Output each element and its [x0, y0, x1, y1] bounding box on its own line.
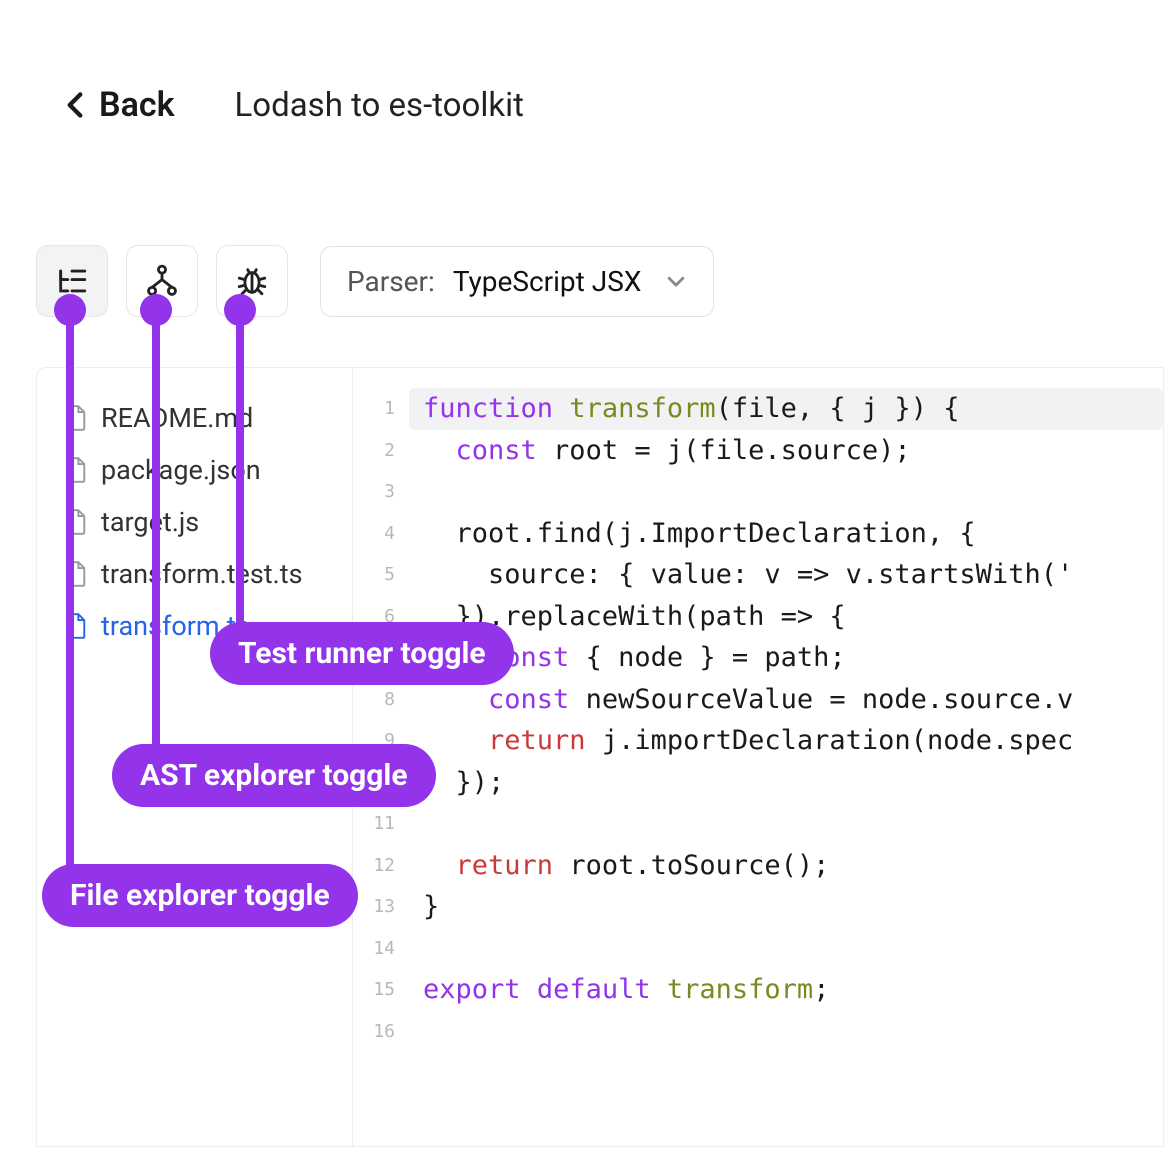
annotation-label-test-runner: Test runner toggle: [210, 622, 514, 685]
code-line[interactable]: [409, 1011, 1163, 1053]
parser-select[interactable]: Parser: TypeScript JSX: [320, 246, 714, 317]
file-item[interactable]: target.js: [37, 496, 352, 548]
code-line[interactable]: [409, 928, 1163, 970]
code-line[interactable]: const newSourceValue = node.source.v: [409, 679, 1163, 721]
code-content[interactable]: function transform(file, { j }) { const …: [409, 388, 1163, 1146]
annotation-label-ast-explorer: AST explorer toggle: [112, 744, 436, 807]
chevron-left-icon: [65, 91, 85, 119]
code-line[interactable]: return j.importDeclaration(node.spec: [409, 720, 1163, 762]
tree-list-icon: [55, 264, 89, 298]
code-line[interactable]: export default transform;: [409, 969, 1163, 1011]
code-line[interactable]: source: { value: v => v.startsWith(': [409, 554, 1163, 596]
chevron-down-icon: [665, 270, 687, 292]
file-name: README.md: [101, 402, 253, 434]
parser-value: TypeScript JSX: [453, 265, 642, 298]
code-line[interactable]: [409, 471, 1163, 513]
annotation-label-file-explorer: File explorer toggle: [42, 864, 358, 927]
code-line[interactable]: return root.toSource();: [409, 845, 1163, 887]
file-item[interactable]: transform.test.ts: [37, 548, 352, 600]
page-title: Lodash to es-toolkit: [235, 86, 524, 125]
code-editor[interactable]: 12345678910111213141516 function transfo…: [353, 368, 1163, 1146]
annotation-connector: [66, 308, 74, 893]
code-line[interactable]: function transform(file, { j }) {: [409, 388, 1163, 430]
tree-graph-icon: [145, 264, 179, 298]
file-name: target.js: [101, 506, 199, 538]
annotation-connector: [152, 308, 160, 773]
back-button[interactable]: Back: [65, 85, 175, 125]
code-line[interactable]: }: [409, 886, 1163, 928]
file-item[interactable]: README.md: [37, 392, 352, 444]
file-item[interactable]: package.json: [37, 444, 352, 496]
code-line[interactable]: root.find(j.ImportDeclaration, {: [409, 513, 1163, 555]
parser-label: Parser:: [347, 265, 435, 298]
code-line[interactable]: [409, 803, 1163, 845]
annotation-connector: [236, 308, 244, 653]
code-line[interactable]: });: [409, 762, 1163, 804]
code-line[interactable]: const { node } = path;: [409, 637, 1163, 679]
file-name: transform.test.ts: [101, 558, 303, 590]
code-line[interactable]: }).replaceWith(path => {: [409, 596, 1163, 638]
code-line[interactable]: const root = j(file.source);: [409, 430, 1163, 472]
back-label: Back: [99, 85, 175, 125]
bug-icon: [235, 264, 269, 298]
